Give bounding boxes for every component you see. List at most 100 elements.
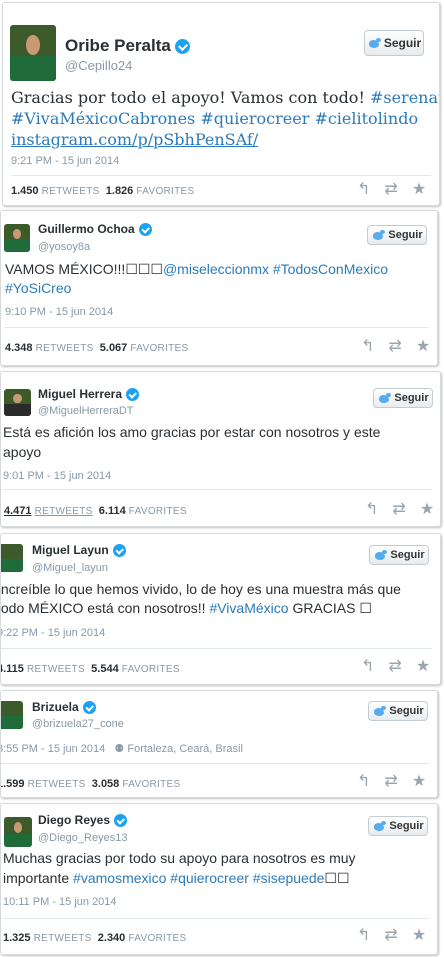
retweet-icon[interactable]: ⇄ [384,928,397,944]
twitter-bird-icon [371,229,386,241]
reply-icon[interactable]: ↰ [361,659,374,675]
instagram-link[interactable]: instagram.com/p/pSbhPenSAf/ [11,130,258,149]
tweet-text-line: todo MÉXICO está con nosotros!! #VivaMéx… [0,600,372,616]
retweet-icon[interactable]: ⇄ [384,774,397,790]
tweet-timestamp[interactable]: 9:10 PM - 15 jun 2014 [5,306,113,318]
favorite-count[interactable]: 3.058 [92,778,120,790]
retweet-count[interactable]: 1.325 [3,932,31,944]
retweet-count[interactable]: 1.599 [1,778,25,790]
reply-icon[interactable]: ↰ [361,339,374,355]
verified-icon [114,814,128,828]
retweet-count[interactable]: 4.115 [1,663,24,675]
tweet-stats: 4.471 RETWEETS 6.114 FAVORITES [4,505,187,517]
tweet-timestamp[interactable]: 9:21 PM - 15 jun 2014 [11,155,119,167]
tweet-timestamp: 3:55 PM - 15 jun 2014 ⚉ Fortaleza, Ceará… [0,743,243,755]
retweet-icon[interactable]: ⇄ [388,339,401,355]
tweet-text-line: VAMOS MÉXICO!!!☐☐☐@miseleccionmx #TodosC… [5,261,389,277]
retweet-count[interactable]: 4.348 [5,342,33,354]
follow-button[interactable]: Seguir [368,816,428,836]
hashtag-link[interactable]: #serenata [370,88,439,107]
reply-icon[interactable]: ↰ [357,182,370,198]
user-name[interactable]: Diego Reyes [38,813,128,828]
star-icon[interactable]: ★ [412,774,426,790]
mention-link[interactable]: @miseleccionmx [163,261,269,277]
tweet-card: Miguel Layun @Miguel_layun Seguir Increí… [0,533,441,685]
star-icon[interactable]: ★ [412,928,426,944]
favorite-count[interactable]: 6.114 [99,505,126,517]
retweet-count[interactable]: 4.471 [4,505,32,517]
user-name[interactable]: Brizuela [32,700,96,715]
tweet-stats: 4.115 RETWEETS 5.544 FAVORITES [1,663,180,675]
follow-button[interactable]: Seguir [367,225,427,245]
tweet-card: Guillermo Ochoa @yosoy8a Seguir VAMOS MÉ… [0,210,438,366]
tweet-text-line: Increíble lo que hemos vivido, lo de hoy… [0,581,401,597]
hashtag-link[interactable]: #YoSiCreo [5,280,71,296]
retweet-icon[interactable]: ⇄ [384,182,397,198]
retweet-icon[interactable]: ⇄ [392,502,405,518]
avatar[interactable] [1,701,23,729]
verified-icon [126,388,140,402]
reply-icon[interactable]: ↰ [357,774,370,790]
avatar[interactable] [1,544,23,572]
avatar[interactable] [4,224,30,252]
tweet-text-line: Está es afición los amo gracias por esta… [3,424,381,440]
tweet-text-line: apoyo [3,444,42,460]
tweet-card: Miguel Herrera @MiguelHerreraDT Seguir E… [0,371,441,527]
favorite-count[interactable]: 5.544 [91,663,119,675]
user-name[interactable]: Guillermo Ochoa [38,222,152,237]
follow-button[interactable]: Seguir [373,388,433,408]
tweet-timestamp[interactable]: 9:22 PM - 15 jun 2014 [1,627,105,639]
avatar[interactable] [10,25,56,81]
follow-button[interactable]: Seguir [364,30,424,56]
favorite-count[interactable]: 1.826 [106,185,134,197]
tweet-text-line: importante #vamosmexico #quierocreer #si… [3,870,350,886]
avatar[interactable] [4,817,32,847]
verified-icon [112,544,126,558]
tweet-card: Oribe Peralta @Cepillo24 Seguir Gracias … [2,2,440,206]
twitter-bird-icon [372,820,387,832]
favorite-count[interactable]: 2.340 [98,932,126,944]
reply-icon[interactable]: ↰ [365,502,378,518]
location-pin-icon: ⚉ [114,743,125,755]
user-name[interactable]: Miguel Layun [32,543,126,558]
user-handle[interactable]: @yosoy8a [38,241,90,253]
favorite-count[interactable]: 5.067 [100,342,128,354]
tweet-timestamp[interactable]: 10:11 PM - 15 jun 2014 [3,896,117,908]
retweet-icon[interactable]: ⇄ [388,659,401,675]
follow-button[interactable]: Seguir [369,545,429,565]
star-icon[interactable]: ★ [416,659,430,675]
tweet-text-line: Muchas gracias por todo su apoyo para no… [3,850,356,866]
user-name[interactable]: Miguel Herrera [38,387,140,402]
tweet-card: Brizuela @brizuela27_cone Seguir 3:55 PM… [0,690,438,798]
retweet-count[interactable]: 1.450 [11,185,39,197]
tweet-stats: 1.599 RETWEETS 3.058 FAVORITES [1,778,180,790]
tweet-location[interactable]: Fortaleza, Ceará, Brasil [127,743,243,755]
follow-button[interactable]: Seguir [368,701,428,721]
hashtag-link[interactable]: #TodosConMexico [273,261,388,277]
twitter-bird-icon [367,37,381,49]
star-icon[interactable]: ★ [412,182,426,198]
user-handle[interactable]: @Cepillo24 [65,58,132,73]
star-icon[interactable]: ★ [416,339,430,355]
avatar[interactable] [4,389,31,416]
verified-icon [82,701,96,715]
verified-icon [174,39,190,55]
twitter-bird-icon [372,705,387,717]
star-icon[interactable]: ★ [420,502,434,518]
tweet-text-line: Gracias por todo el apoyo! Vamos con tod… [11,88,439,107]
user-handle[interactable]: @Diego_Reyes13 [38,832,127,844]
reply-icon[interactable]: ↰ [357,928,370,944]
tweet-timestamp[interactable]: 9:01 PM - 15 jun 2014 [3,470,111,482]
user-handle[interactable]: @brizuela27_cone [32,718,124,730]
user-handle[interactable]: @MiguelHerreraDT [38,405,134,417]
user-name[interactable]: Oribe Peralta [65,36,190,56]
tweet-stats: 1.325 RETWEETS 2.340 FAVORITES [3,932,187,944]
hashtag-link[interactable]: #VivaMéxico [209,600,288,616]
hashtag-links[interactable]: #vamosmexico #quierocreer #sisepuede [73,870,324,886]
twitter-bird-icon [373,549,388,561]
tweet-stats: 1.450 RETWEETS 1.826 FAVORITES [11,185,195,197]
hashtag-links[interactable]: #VivaMéxicoCabrones #quierocreer #cielit… [11,109,418,128]
tweet-card: Diego Reyes @Diego_Reyes13 Seguir Muchas… [0,803,438,955]
tweet-stats: 4.348 RETWEETS 5.067 FAVORITES [5,342,189,354]
user-handle[interactable]: @Miguel_layun [32,562,108,574]
